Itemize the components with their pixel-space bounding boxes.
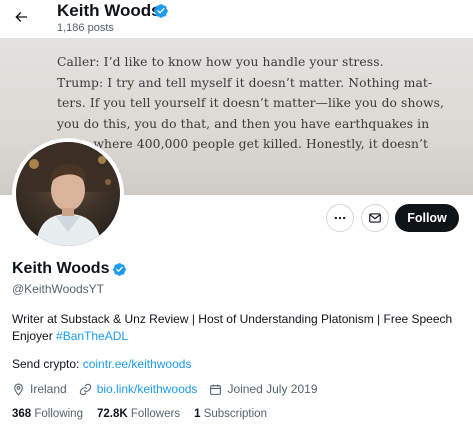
bio-line: Enjoyer #BanTheADL: [12, 328, 467, 345]
more-icon: [334, 216, 346, 220]
following-link[interactable]: 368 Following: [12, 408, 83, 420]
header-name: Keith Woods: [57, 1, 161, 20]
profile-bio: Writer at Substack & Unz Review | Host o…: [12, 311, 467, 344]
profile-name: Keith Woods: [12, 260, 110, 277]
banner-line: ters. If you tell yourself it doesn’t ma…: [57, 96, 445, 110]
location-item: Ireland: [12, 382, 67, 396]
followers-count: 72.8K: [96, 408, 128, 420]
subscription-label: Subscription: [203, 408, 267, 420]
profile-meta: Ireland bio.link/keithwoods Joined July …: [12, 382, 330, 396]
crypto-link[interactable]: cointr.ee/keithwoods: [83, 357, 192, 371]
website-link[interactable]: bio.link/keithwoods: [97, 382, 198, 396]
crypto-line: Send crypto: cointr.ee/keithwoods: [12, 357, 191, 371]
bio-line: Writer at Substack & Unz Review | Host o…: [12, 312, 453, 326]
banner-line: you do this, you do that, and then you h…: [57, 116, 430, 131]
top-bar: Keith Woods 1,186 posts: [0, 0, 473, 38]
banner-line: Caller: I’d like to know how you handle …: [57, 55, 384, 69]
joined-item: Joined July 2019: [209, 382, 318, 396]
avatar[interactable]: [12, 138, 124, 250]
arrow-left-icon: [15, 12, 27, 22]
avatar-image: [16, 142, 120, 246]
link-icon: [79, 383, 91, 395]
mail-icon: [369, 213, 381, 223]
following-count: 368: [12, 408, 32, 420]
more-options-button[interactable]: [326, 204, 354, 232]
subscription-link[interactable]: 1 Subscription: [194, 408, 267, 420]
location-icon: [14, 383, 23, 396]
website-item[interactable]: bio.link/keithwoods: [79, 382, 198, 396]
followers-link[interactable]: 72.8K Followers: [97, 408, 180, 420]
hashtag-link[interactable]: #BanTheADL: [56, 329, 128, 343]
profile-handle: @KeithWoodsYT: [12, 282, 104, 296]
profile-stats: 368 Following 72.8K Followers 1 Subscrip…: [12, 408, 281, 420]
follow-button[interactable]: Follow: [395, 204, 459, 232]
following-label: Following: [34, 408, 83, 420]
banner-line: Trump: I try and tell myself it doesn’t …: [57, 75, 433, 90]
subscription-count: 1: [194, 408, 201, 420]
calendar-icon: [210, 384, 222, 395]
crypto-label: Send crypto:: [12, 357, 83, 371]
verified-badge-icon[interactable]: [112, 262, 127, 277]
followers-label: Followers: [130, 408, 181, 420]
verified-badge-icon[interactable]: [153, 3, 169, 19]
message-button[interactable]: [361, 204, 389, 232]
location-text: Ireland: [30, 382, 67, 396]
avatar-photo: [16, 142, 120, 246]
back-button[interactable]: [8, 4, 34, 30]
bio-text: Enjoyer: [12, 328, 57, 343]
post-count: 1,186 posts: [57, 22, 114, 34]
joined-text: Joined July 2019: [227, 382, 318, 396]
